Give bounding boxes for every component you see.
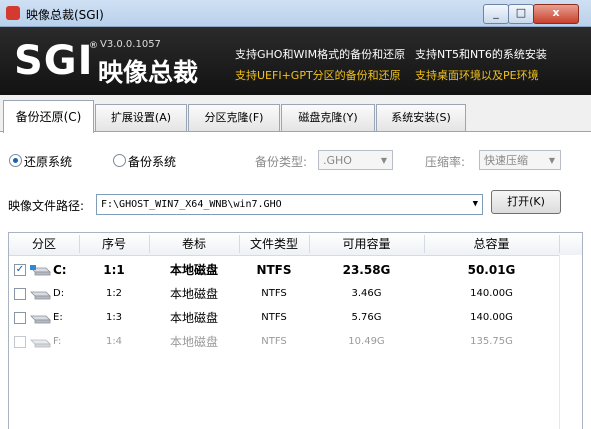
drive-letter: D:	[53, 288, 65, 299]
table-row[interactable]: F: 1:4 本地磁盘 NTFS 10.49G 135.75G	[9, 330, 559, 354]
app-window: 映像总裁(SGI) _ □ x SGI ® V3.0.0.1057 映像总裁 支…	[0, 0, 591, 429]
chevron-down-icon: ▼	[548, 156, 556, 165]
tab-disk-clone[interactable]: 磁盘克隆(Y)	[281, 104, 375, 131]
backup-type-value: .GHO	[323, 154, 352, 167]
partition-index: 1:1	[103, 263, 125, 277]
drive-icon	[30, 339, 51, 348]
feature-text: 支持NT5和NT6的系统安装	[415, 48, 547, 61]
total-space: 140.00G	[470, 288, 513, 299]
product-name: 映像总裁	[98, 58, 199, 87]
drive-letter: E:	[53, 312, 63, 323]
drive-letter: C:	[53, 263, 67, 277]
drive-icon	[30, 291, 51, 300]
tab-system-install[interactable]: 系统安装(S)	[376, 104, 466, 131]
version-label: V3.0.0.1057	[100, 39, 161, 50]
partition-checkbox[interactable]: ✓	[14, 264, 26, 276]
minimize-button[interactable]: _	[483, 4, 509, 24]
free-space: 5.76G	[351, 312, 382, 323]
table-row[interactable]: ✓ C: 1:1 本地磁盘 NTFS 23.58G 50.01G	[9, 258, 559, 282]
partition-checkbox[interactable]	[14, 288, 26, 300]
drive-icon	[30, 315, 51, 324]
column-header[interactable]: 可用容量	[309, 233, 424, 255]
image-path-label: 映像文件路径:	[8, 199, 85, 213]
open-button[interactable]: 打开(K)	[491, 190, 561, 214]
feature-text: 支持桌面环境以及PE环境	[415, 69, 539, 82]
free-space: 23.58G	[342, 263, 391, 277]
backup-type-label: 备份类型:	[255, 155, 308, 169]
free-space: 3.46G	[351, 288, 382, 299]
partition-index: 1:3	[105, 312, 123, 323]
partition-table: 分区 序号 卷标 文件类型 可用容量 总容量 ✓ C: 1:1 本地磁盘 NTF…	[8, 232, 583, 429]
image-path-combobox[interactable]: F:\GHOST_WIN7_X64_WNB\win7.GHO ▼	[96, 194, 483, 215]
volume-label: 本地磁盘	[169, 335, 218, 349]
image-path-value: F:\GHOST_WIN7_X64_WNB\win7.GHO	[101, 199, 282, 210]
backup-system-radio[interactable]	[113, 154, 126, 167]
compression-value: 快速压缩	[484, 154, 528, 167]
table-row[interactable]: E: 1:3 本地磁盘 NTFS 5.76G 140.00G	[9, 306, 559, 330]
tab-partition-clone[interactable]: 分区克隆(F)	[188, 104, 280, 131]
free-space: 10.49G	[348, 336, 385, 347]
table-row[interactable]: D: 1:2 本地磁盘 NTFS 3.46G 140.00G	[9, 282, 559, 306]
file-system: NTFS	[261, 288, 287, 299]
backup-restore-panel: 还原系统 备份系统 备份类型: .GHO ▼ 压缩率: 快速压缩 ▼ 映像文件路…	[0, 132, 591, 429]
table-header: 分区 序号 卷标 文件类型 可用容量 总容量	[9, 233, 582, 256]
close-button[interactable]: x	[533, 4, 579, 24]
registered-mark: ®	[89, 41, 98, 51]
table-scrollbar[interactable]	[559, 255, 582, 429]
volume-label: 本地磁盘	[169, 311, 218, 325]
column-header[interactable]: 卷标	[149, 233, 239, 255]
column-header[interactable]: 分区	[9, 233, 79, 255]
column-header[interactable]: 总容量	[424, 233, 559, 255]
total-space: 135.75G	[470, 336, 513, 347]
backup-system-label[interactable]: 备份系统	[128, 153, 176, 170]
drive-icon	[30, 265, 51, 276]
volume-label: 本地磁盘	[169, 287, 218, 301]
header-banner: SGI ® V3.0.0.1057 映像总裁 支持GHO和WIM格式的备份和还原…	[0, 27, 591, 95]
title-bar: 映像总裁(SGI) _ □ x	[0, 0, 591, 27]
compression-label: 压缩率:	[425, 155, 466, 169]
column-divider	[559, 235, 560, 253]
backup-type-select[interactable]: .GHO ▼	[318, 150, 393, 170]
drive-letter: F:	[53, 336, 62, 347]
file-system: NTFS	[261, 312, 287, 323]
file-system: NTFS	[261, 336, 287, 347]
restore-system-label[interactable]: 还原系统	[24, 153, 72, 170]
partition-index: 1:2	[105, 288, 123, 299]
maximize-button[interactable]: □	[508, 4, 534, 24]
tab-bar: 备份还原(C) 扩展设置(A) 分区克隆(F) 磁盘克隆(Y) 系统安装(S)	[0, 100, 591, 133]
file-system: NTFS	[256, 263, 292, 277]
total-space: 140.00G	[470, 312, 513, 323]
sgi-logo: SGI	[14, 38, 94, 84]
window-title: 映像总裁(SGI)	[26, 8, 104, 22]
feature-text: 支持GHO和WIM格式的备份和还原	[235, 48, 406, 61]
feature-text: 支持UEFI+GPT分区的备份和还原	[235, 69, 401, 82]
partition-checkbox[interactable]	[14, 336, 26, 348]
chevron-down-icon[interactable]: ▼	[473, 195, 478, 214]
total-space: 50.01G	[467, 263, 516, 277]
tab-extended-settings[interactable]: 扩展设置(A)	[95, 104, 187, 131]
compression-select[interactable]: 快速压缩 ▼	[479, 150, 561, 170]
chevron-down-icon: ▼	[380, 156, 388, 165]
tab-backup-restore[interactable]: 备份还原(C)	[3, 100, 94, 133]
app-icon	[6, 6, 20, 20]
column-header[interactable]: 序号	[79, 233, 149, 255]
volume-label: 本地磁盘	[169, 263, 218, 277]
partition-index: 1:4	[105, 336, 123, 347]
partition-checkbox[interactable]	[14, 312, 26, 324]
column-header[interactable]: 文件类型	[239, 233, 309, 255]
restore-system-radio[interactable]	[9, 154, 22, 167]
